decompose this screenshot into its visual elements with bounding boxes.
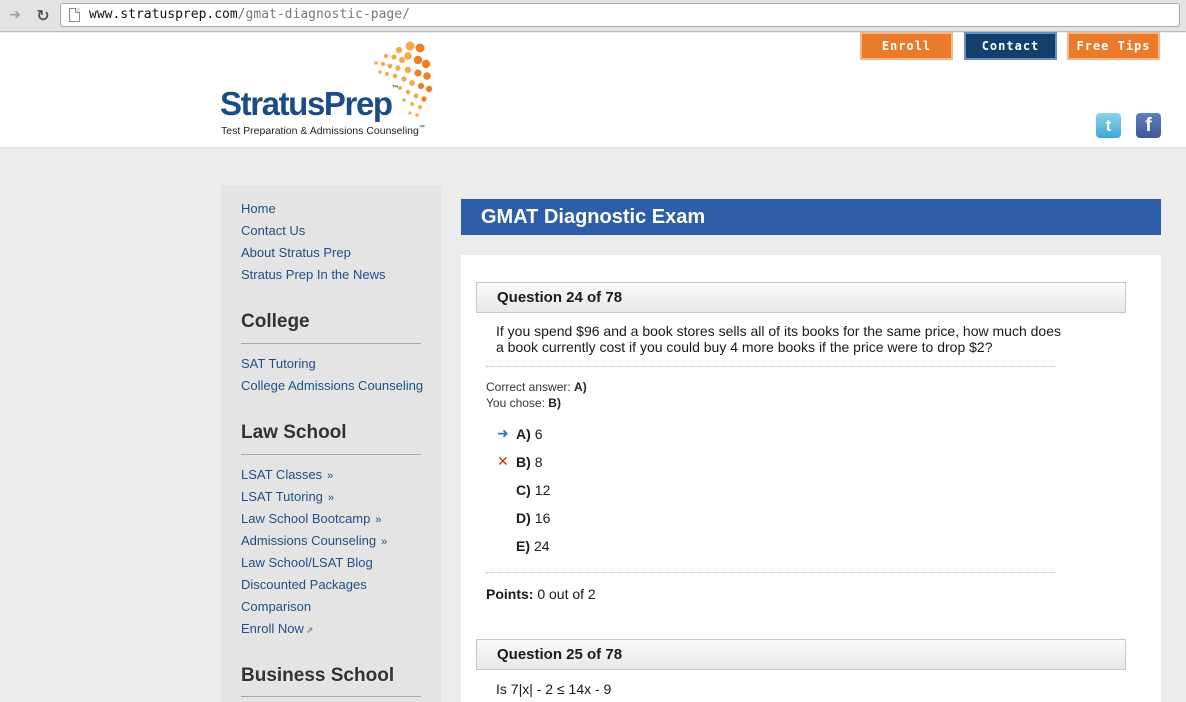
contact-button[interactable]: Contact xyxy=(964,32,1057,60)
enroll-button[interactable]: Enroll xyxy=(860,32,953,60)
site-header: StratusPrep™ Test Preparation & Admissio… xyxy=(0,32,1186,148)
twitter-icon[interactable]: t xyxy=(1096,113,1121,138)
browser-toolbar: ➔ ↻ www.stratusprep.com/gmat-diagnostic-… xyxy=(0,0,1186,32)
question-text-line: a book currently cost if you could buy 4… xyxy=(496,339,993,355)
sidebar-heading-college: College xyxy=(241,311,310,332)
reload-icon[interactable]: ↻ xyxy=(33,5,53,25)
url-path: /gmat-diagnostic-page/ xyxy=(237,7,410,22)
question-text: Is 7|x| - 2 ≤ 14x - 9 xyxy=(496,681,612,697)
answer-option-b[interactable]: B) 8 xyxy=(516,454,543,470)
question-heading: Question 24 of 78 xyxy=(476,282,1126,313)
divider xyxy=(241,343,421,344)
question-heading: Question 25 of 78 xyxy=(476,639,1126,670)
exam-results-panel: Question 24 of 78 If you spend $96 and a… xyxy=(461,255,1161,702)
wrong-answer-x-icon: ✕ xyxy=(497,454,509,470)
address-bar[interactable]: www.stratusprep.com/gmat-diagnostic-page… xyxy=(60,3,1180,27)
correct-answer-arrow-icon: ➜ xyxy=(497,426,509,442)
sidebar-item-college-admissions[interactable]: College Admissions Counseling xyxy=(241,378,423,393)
sidebar-item-in-the-news[interactable]: Stratus Prep In the News xyxy=(241,267,386,282)
sidebar-item-about[interactable]: About Stratus Prep xyxy=(241,245,351,260)
logo-tagline: Test Preparation & Admissions Counseling… xyxy=(221,125,425,137)
facebook-icon[interactable]: f xyxy=(1136,113,1161,138)
divider xyxy=(486,572,1056,573)
sidebar-item-admissions-counseling[interactable]: Admissions Counseling» xyxy=(241,533,387,548)
points-score: Points: 0 out of 2 xyxy=(486,586,596,602)
answer-option-d[interactable]: D) 16 xyxy=(516,510,550,526)
answer-option-e[interactable]: E) 24 xyxy=(516,538,550,554)
user-choice-line: You chose: B) xyxy=(486,396,561,410)
question-text-line: If you spend $96 and a book stores sells… xyxy=(496,323,1061,339)
page-icon xyxy=(69,8,80,22)
free-tips-button[interactable]: Free Tips xyxy=(1067,32,1160,60)
answer-option-c[interactable]: C) 12 xyxy=(516,482,550,498)
chevron-right-icon: » xyxy=(327,492,335,504)
page-title: GMAT Diagnostic Exam xyxy=(461,199,1161,235)
stratusprep-logo[interactable]: StratusPrep™ Test Preparation & Admissio… xyxy=(220,41,450,141)
external-link-icon: ⇗ xyxy=(305,625,314,635)
sidebar-item-sat-tutoring[interactable]: SAT Tutoring xyxy=(241,356,316,371)
sidebar-item-contact-us[interactable]: Contact Us xyxy=(241,223,305,238)
sidebar-item-enroll-now[interactable]: Enroll Now ⇗ xyxy=(241,621,313,636)
sidebar-item-home[interactable]: Home xyxy=(241,201,276,216)
chevron-right-icon: » xyxy=(381,536,388,548)
sidebar-nav: Home Contact Us About Stratus Prep Strat… xyxy=(221,185,441,702)
url-text[interactable]: www.stratusprep.com/gmat-diagnostic-page… xyxy=(89,7,410,22)
chevron-right-icon: » xyxy=(327,470,334,482)
sidebar-item-lsat-classes[interactable]: LSAT Classes» xyxy=(241,467,333,482)
sidebar-item-law-school-bootcamp[interactable]: Law School Bootcamp» xyxy=(241,511,381,526)
answer-option-a[interactable]: A) 6 xyxy=(516,426,543,442)
url-host: www.stratusprep.com xyxy=(89,7,238,22)
chevron-right-icon: » xyxy=(375,514,382,526)
sidebar-item-lsat-blog[interactable]: Law School/LSAT Blog xyxy=(241,555,373,570)
sidebar-heading-law-school: Law School xyxy=(241,422,347,443)
divider xyxy=(486,366,1056,367)
sidebar-heading-business-school: Business School xyxy=(241,665,395,686)
question-text: If you spend $96 and a book stores sells… xyxy=(496,323,1096,355)
divider xyxy=(241,454,421,455)
sidebar-item-discounted-packages[interactable]: Discounted Packages xyxy=(241,577,367,592)
correct-answer-line: Correct answer: A) xyxy=(486,380,587,394)
sidebar-item-lsat-tutoring[interactable]: LSAT Tutoring» xyxy=(241,489,334,504)
forward-arrow-icon[interactable]: ➔ xyxy=(5,5,25,25)
logo-wordmark: StratusPrep™ xyxy=(220,85,399,122)
divider xyxy=(241,696,421,697)
sidebar-item-comparison[interactable]: Comparison xyxy=(241,599,311,614)
